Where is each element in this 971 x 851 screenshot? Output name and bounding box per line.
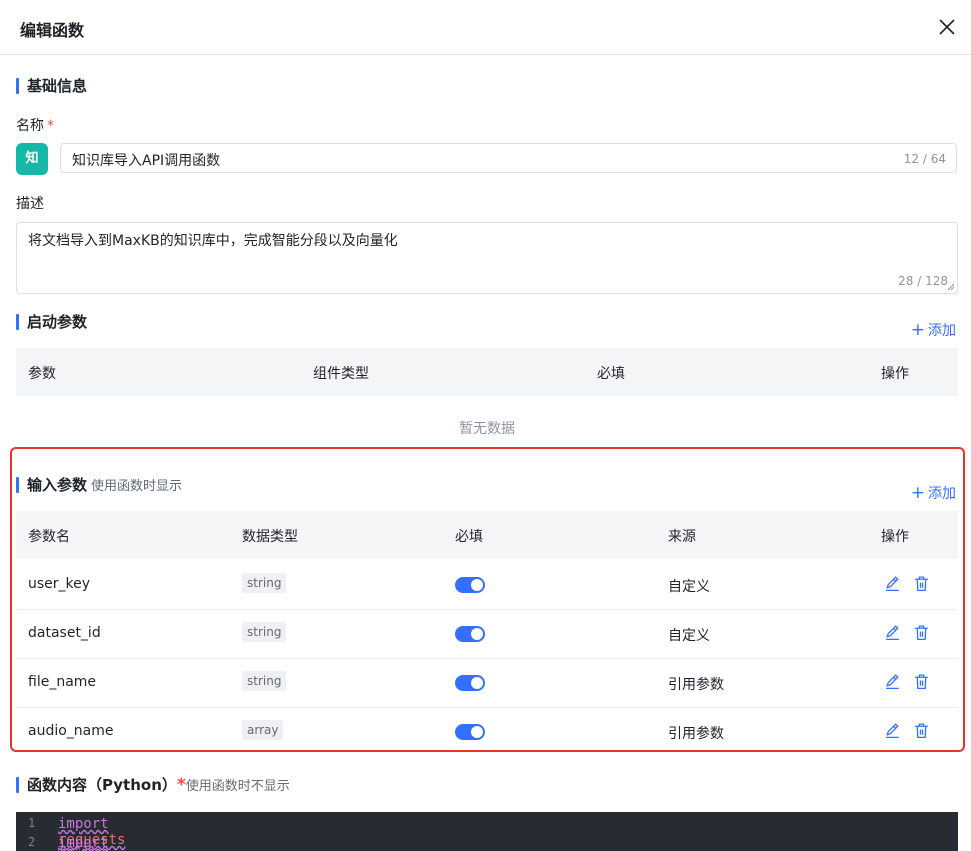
name-input-value: 知识库导入API调用函数 — [72, 153, 221, 169]
param-source: 引用参数 — [668, 726, 724, 742]
desc-textarea-value: 将文档导入到MaxKB的知识库中，完成智能分段以及向量化 — [28, 233, 398, 249]
section-function-content-hint: 使用函数时不显示 — [185, 779, 290, 794]
section-startup-params-title: 启动参数 — [27, 313, 88, 331]
section-function-content: 函数内容（Python）*使用函数时不显示 — [16, 775, 290, 797]
add-input-param-label: 添加 — [928, 486, 956, 502]
desc-textarea[interactable]: 将文档导入到MaxKB的知识库中，完成智能分段以及向量化 28 / 128 — [16, 222, 958, 294]
section-input-params: 输入参数 使用函数时显示 — [16, 475, 182, 497]
line-number: 1 — [28, 816, 36, 830]
line-number: 2 — [28, 835, 36, 849]
data-type-tag: string — [242, 671, 287, 691]
column-header: 必填 — [455, 529, 483, 545]
delete-icon[interactable] — [913, 575, 930, 592]
data-type-tag: array — [242, 720, 284, 740]
required-switch[interactable] — [455, 724, 485, 740]
dialog-header: 编辑函数 — [0, 0, 971, 55]
section-input-params-title: 输入参数 — [27, 476, 88, 494]
table-row: dataset_id string 自定义 — [16, 609, 958, 659]
param-source: 引用参数 — [668, 677, 724, 693]
name-label-text: 名称 — [16, 118, 44, 134]
column-header: 参数 — [28, 366, 56, 382]
required-switch[interactable] — [455, 626, 485, 642]
data-type-tag: string — [242, 573, 287, 593]
section-basic-info-title: 基础信息 — [27, 77, 88, 95]
edit-icon[interactable] — [884, 624, 901, 641]
column-header: 数据类型 — [242, 529, 298, 545]
param-name: user_key — [28, 576, 91, 592]
plus-icon: + — [910, 320, 925, 340]
empty-state: 暂无数据 — [459, 421, 515, 437]
name-input[interactable]: 知识库导入API调用函数 12 / 64 — [60, 143, 957, 173]
delete-icon[interactable] — [913, 722, 930, 739]
section-input-params-hint: 使用函数时显示 — [91, 479, 183, 494]
dialog-title: 编辑函数 — [20, 21, 85, 40]
edit-icon[interactable] — [884, 722, 901, 739]
column-header: 参数名 — [28, 529, 70, 545]
table-row: user_key string 自定义 — [16, 560, 958, 610]
function-avatar[interactable]: 知 — [16, 143, 48, 175]
close-icon[interactable] — [935, 15, 959, 39]
column-header: 来源 — [668, 529, 696, 545]
required-switch[interactable] — [455, 577, 485, 593]
section-function-content-title: 函数内容（Python） — [27, 776, 177, 794]
required-switch[interactable] — [455, 675, 485, 691]
required-mark: * — [176, 775, 186, 795]
add-startup-param-button[interactable]: + 添加 — [911, 320, 956, 340]
plus-icon: + — [910, 483, 925, 503]
delete-icon[interactable] — [913, 624, 930, 641]
startup-table-header: 参数 组件类型 必填 操作 — [16, 348, 958, 396]
name-counter: 12 / 64 — [903, 152, 946, 166]
data-type-tag: string — [242, 622, 287, 642]
input-table-header: 参数名 数据类型 必填 来源 操作 — [16, 511, 958, 559]
required-mark: * — [47, 118, 54, 134]
section-basic-info: 基础信息 — [16, 76, 87, 96]
table-row: audio_name array 引用参数 — [16, 707, 958, 756]
param-name: dataset_id — [28, 625, 101, 641]
column-header: 操作 — [881, 529, 909, 545]
delete-icon[interactable] — [913, 673, 930, 690]
column-header: 操作 — [881, 366, 909, 382]
param-source: 自定义 — [668, 628, 710, 644]
desc-counter: 28 / 128 — [898, 274, 948, 288]
code-editor[interactable]: 1 import requests 2 import json — [16, 812, 958, 851]
table-row: file_name string 引用参数 — [16, 658, 958, 708]
edit-icon[interactable] — [884, 673, 901, 690]
edit-icon[interactable] — [884, 575, 901, 592]
param-source: 自定义 — [668, 579, 710, 595]
desc-label: 描述 — [16, 196, 44, 212]
section-startup-params: 启动参数 — [16, 312, 87, 332]
add-input-param-button[interactable]: + 添加 — [911, 483, 956, 503]
param-name: file_name — [28, 674, 97, 690]
column-header: 组件类型 — [313, 366, 369, 382]
name-label: 名称 * — [16, 115, 54, 135]
add-startup-param-label: 添加 — [928, 323, 956, 339]
code-keyword: import json — [58, 835, 109, 851]
param-name: audio_name — [28, 723, 114, 739]
column-header: 必填 — [597, 366, 625, 382]
resize-handle-icon[interactable] — [947, 283, 955, 291]
